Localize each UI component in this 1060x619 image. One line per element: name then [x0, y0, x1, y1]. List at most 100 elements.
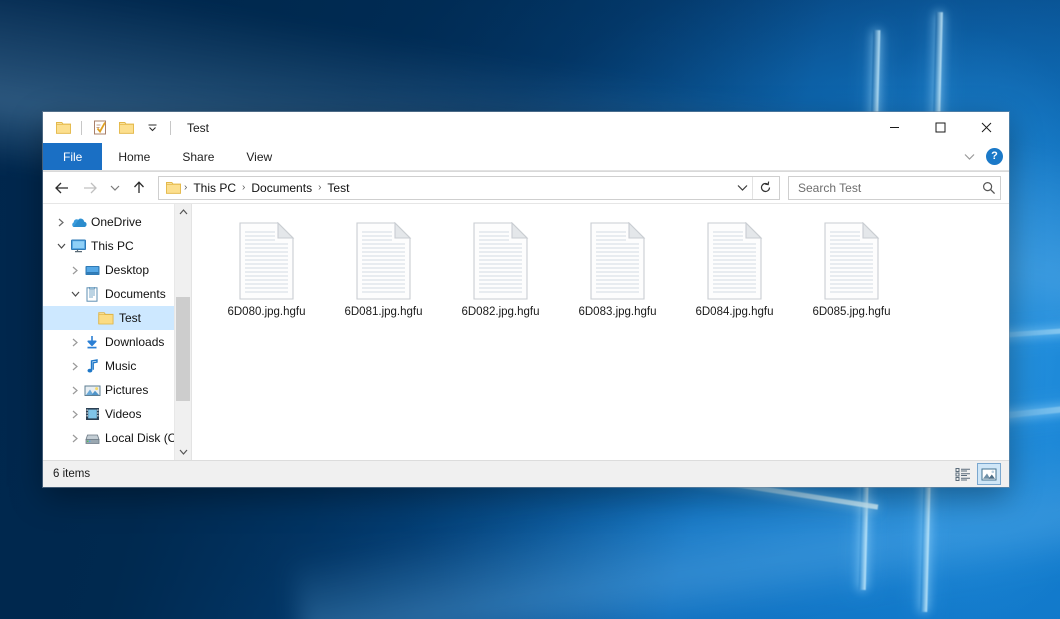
- chevron-down-icon[interactable]: [53, 238, 69, 254]
- scroll-up-icon[interactable]: [175, 204, 191, 220]
- downloads-arrow-icon: [83, 334, 101, 350]
- forward-arrow-icon[interactable]: [77, 176, 103, 200]
- tree-item-label: Documents: [105, 287, 166, 301]
- chevron-right-icon[interactable]: [67, 262, 83, 278]
- blank-document-icon: [236, 222, 298, 300]
- tree-item-desktop[interactable]: Desktop: [43, 258, 191, 282]
- tree-item-local-disk-c[interactable]: Local Disk (C:): [43, 426, 191, 450]
- tree-item-test[interactable]: Test: [43, 306, 191, 330]
- tab-share[interactable]: Share: [166, 143, 230, 170]
- pictures-icon: [83, 382, 101, 398]
- tree-item-label: Videos: [105, 407, 141, 421]
- tree-item-documents[interactable]: Documents: [43, 282, 191, 306]
- tree-item-label: Desktop: [105, 263, 149, 277]
- tree-item-this-pc[interactable]: This PC: [43, 234, 191, 258]
- close-icon[interactable]: [963, 112, 1009, 143]
- address-bar-right: [732, 177, 777, 199]
- file-name-label: 6D082.jpg.hgfu: [461, 306, 539, 319]
- blank-document-icon: [704, 222, 766, 300]
- customize-dropdown-icon[interactable]: [142, 118, 162, 138]
- chevron-right-icon[interactable]: [53, 214, 69, 230]
- back-arrow-icon[interactable]: [49, 176, 75, 200]
- chevron-down-icon[interactable]: [960, 148, 978, 166]
- view-toggle-group: [952, 463, 1001, 485]
- documents-icon: [83, 286, 101, 302]
- quick-access-toolbar: Test: [43, 112, 209, 143]
- new-folder-icon[interactable]: [116, 118, 136, 138]
- file-name-label: 6D084.jpg.hgfu: [695, 306, 773, 319]
- desktop-monitor-icon: [83, 262, 101, 278]
- address-bar[interactable]: › This PC › Documents › Test: [158, 176, 780, 200]
- up-arrow-icon[interactable]: [126, 176, 152, 200]
- large-icons-view-icon[interactable]: [977, 463, 1001, 485]
- file-item[interactable]: 6D084.jpg.hgfu: [676, 218, 793, 323]
- blank-document-icon: [821, 222, 883, 300]
- chevron-right-icon[interactable]: [67, 358, 83, 374]
- file-item[interactable]: 6D083.jpg.hgfu: [559, 218, 676, 323]
- file-list-pane[interactable]: 6D080.jpg.hgfu: [192, 204, 1009, 460]
- folder-icon: [97, 310, 115, 326]
- title-bar: Test: [43, 112, 1009, 143]
- tree-item-label: This PC: [91, 239, 134, 253]
- details-view-icon[interactable]: [952, 464, 974, 484]
- tree-item-downloads[interactable]: Downloads: [43, 330, 191, 354]
- qat-separator-1: [81, 121, 82, 135]
- breadcrumb: › This PC › Documents › Test: [163, 178, 732, 198]
- ribbon-right-controls: ?: [960, 143, 1003, 170]
- recent-locations-icon[interactable]: [105, 176, 124, 200]
- file-item[interactable]: 6D082.jpg.hgfu: [442, 218, 559, 323]
- search-input[interactable]: [796, 180, 982, 196]
- file-name-label: 6D080.jpg.hgfu: [227, 306, 305, 319]
- blank-document-icon: [470, 222, 532, 300]
- properties-icon[interactable]: [90, 118, 110, 138]
- help-button[interactable]: ?: [986, 148, 1003, 165]
- file-item[interactable]: 6D081.jpg.hgfu: [325, 218, 442, 323]
- tree-item-music[interactable]: Music: [43, 354, 191, 378]
- search-icon[interactable]: [982, 181, 996, 195]
- chevron-down-icon[interactable]: [67, 286, 83, 302]
- tree-item-videos[interactable]: Videos: [43, 402, 191, 426]
- tree-item-label: Test: [119, 311, 141, 325]
- folder-icon[interactable]: [163, 178, 183, 198]
- qat-separator-2: [170, 121, 171, 135]
- file-name-label: 6D083.jpg.hgfu: [578, 306, 656, 319]
- folder-icon[interactable]: [53, 118, 73, 138]
- chevron-right-icon[interactable]: [67, 406, 83, 422]
- navigation-pane-scrollbar[interactable]: [174, 204, 191, 460]
- window-controls: [871, 112, 1009, 143]
- breadcrumb-test[interactable]: Test: [322, 180, 354, 196]
- onedrive-cloud-icon: [69, 214, 87, 230]
- address-bar-row: › This PC › Documents › Test: [43, 172, 1009, 203]
- tab-view[interactable]: View: [230, 143, 288, 170]
- scrollbar-thumb[interactable]: [176, 297, 190, 401]
- search-box[interactable]: [788, 176, 1001, 200]
- desktop: Test File Home Share View: [0, 0, 1060, 619]
- file-item[interactable]: 6D085.jpg.hgfu: [793, 218, 910, 323]
- minimize-icon[interactable]: [871, 112, 917, 143]
- chevron-right-icon[interactable]: [67, 430, 83, 446]
- tree-item-onedrive[interactable]: OneDrive: [43, 210, 191, 234]
- tab-home[interactable]: Home: [102, 143, 166, 170]
- tree-item-label: Local Disk (C:): [105, 431, 184, 445]
- tree-item-label: Downloads: [105, 335, 164, 349]
- music-note-icon: [83, 358, 101, 374]
- file-explorer-window: Test File Home Share View: [43, 112, 1009, 487]
- breadcrumb-documents[interactable]: Documents: [246, 180, 317, 196]
- file-item[interactable]: 6D080.jpg.hgfu: [208, 218, 325, 323]
- chevron-down-icon[interactable]: [732, 178, 752, 198]
- blank-document-icon: [587, 222, 649, 300]
- tree-item-pictures[interactable]: Pictures: [43, 378, 191, 402]
- chevron-right-icon[interactable]: [67, 382, 83, 398]
- breadcrumb-this-pc[interactable]: This PC: [188, 180, 241, 196]
- maximize-icon[interactable]: [917, 112, 963, 143]
- refresh-icon[interactable]: [752, 177, 777, 199]
- item-count-label: 6 items: [53, 468, 90, 480]
- scroll-down-icon[interactable]: [175, 444, 191, 460]
- file-name-label: 6D085.jpg.hgfu: [812, 306, 890, 319]
- this-pc-monitor-icon: [69, 238, 87, 254]
- tab-file[interactable]: File: [43, 143, 102, 170]
- chevron-right-icon[interactable]: [67, 334, 83, 350]
- hard-disk-icon: [83, 430, 101, 446]
- videos-film-icon: [83, 406, 101, 422]
- navigation-pane: OneDrive This PC: [43, 204, 191, 460]
